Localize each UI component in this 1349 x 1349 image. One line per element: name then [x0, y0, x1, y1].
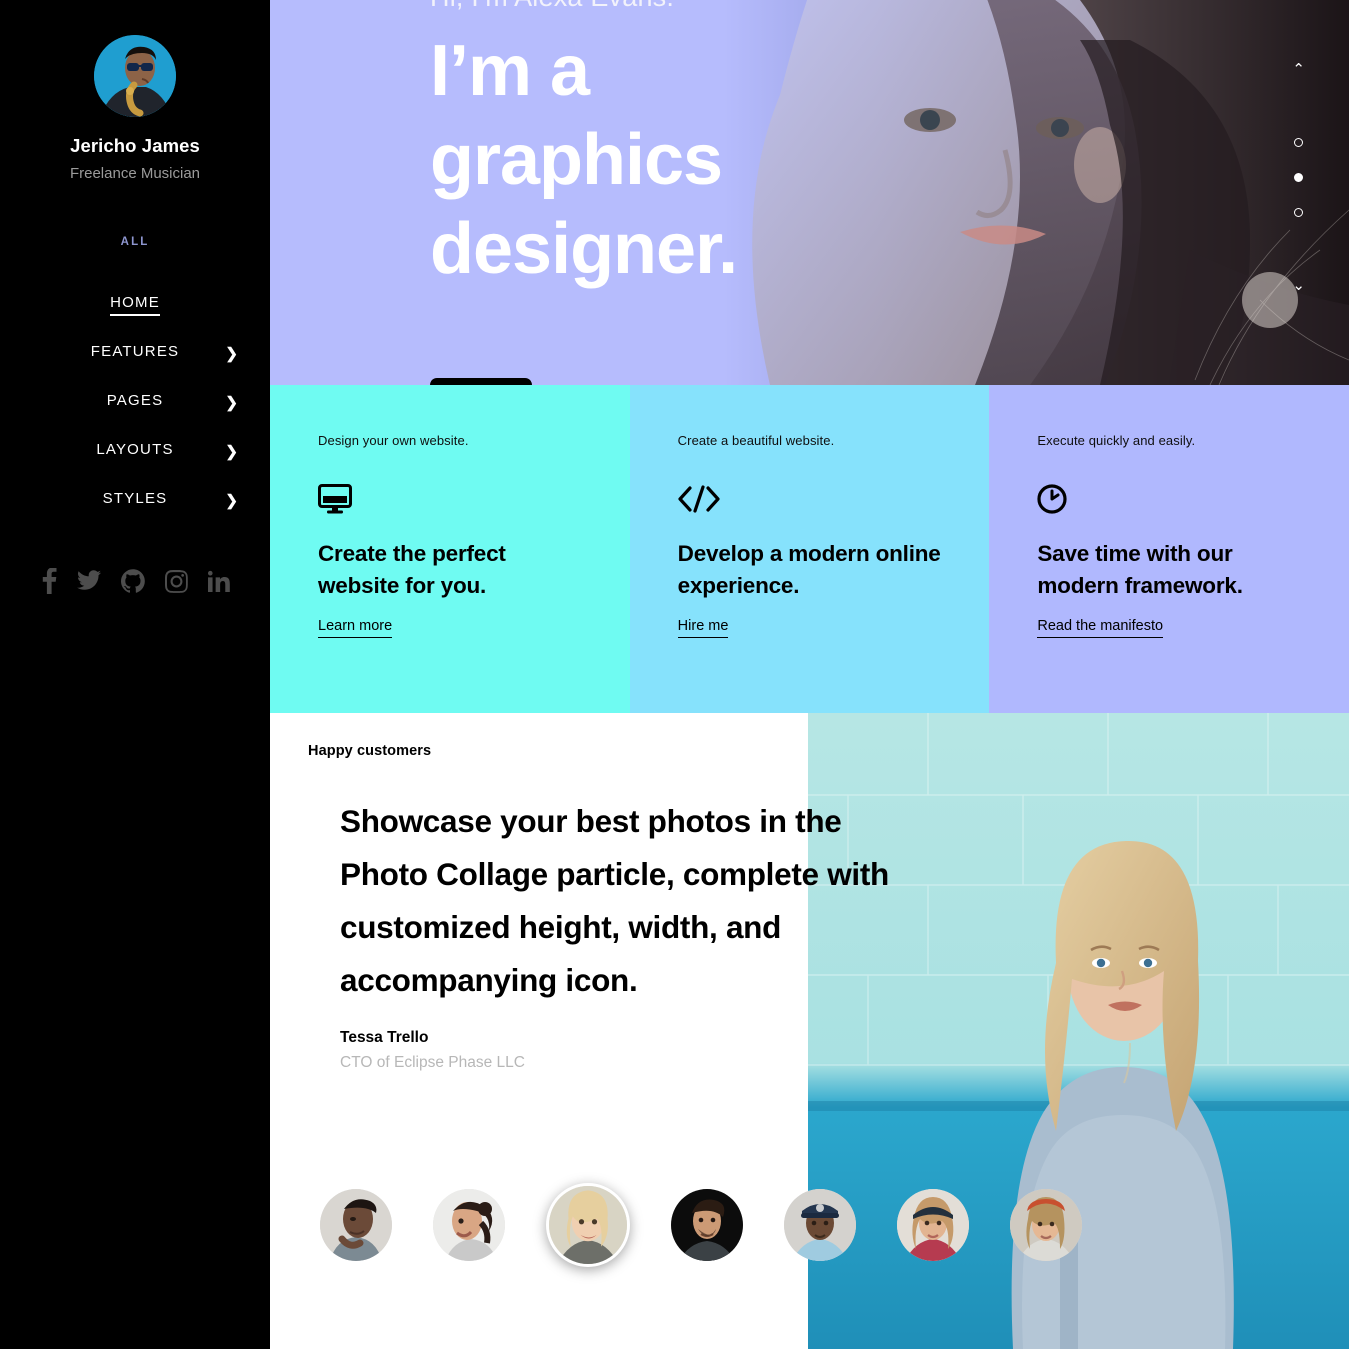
- linkedin-icon[interactable]: [207, 570, 230, 592]
- sidebar-item-label: LAYOUTS: [96, 440, 174, 458]
- testimonial-author-name: Tessa Trello: [340, 1029, 429, 1046]
- page-root: Jericho James Freelance Musician ALL HOM…: [0, 0, 1349, 1349]
- feature-card-title: Create the perfect website for you.: [318, 541, 506, 598]
- profile-name: Jericho James: [70, 135, 200, 156]
- sidebar-item-pages[interactable]: PAGES ❯: [0, 378, 270, 427]
- github-icon[interactable]: [120, 569, 145, 593]
- customer-avatar-7[interactable]: [1010, 1189, 1082, 1261]
- feature-card-3: Execute quickly and easily. Save time wi…: [989, 385, 1349, 713]
- sidebar-item-features[interactable]: FEATURES ❯: [0, 329, 270, 378]
- customer-avatar-1[interactable]: [320, 1189, 392, 1261]
- chevron-right-icon: ❯: [225, 394, 238, 411]
- hero-slider-controls: ⌃ ⌄: [1292, 62, 1305, 293]
- testimonial-section: Happy customers Showcase your best photo…: [270, 713, 1349, 1349]
- desktop-monitor-icon: [318, 482, 592, 516]
- testimonial-text-block: Happy customers Showcase your best photo…: [270, 713, 1349, 1072]
- nav-section-label: ALL: [120, 236, 150, 248]
- feature-card-kicker: Create a beautiful website.: [677, 433, 835, 448]
- twitter-icon[interactable]: [76, 570, 101, 592]
- testimonial-author-role: CTO of Eclipse Phase LLC: [340, 1054, 525, 1071]
- sidebar-item-home[interactable]: HOME: [0, 280, 270, 329]
- hero-title-line-3: designer.: [430, 209, 738, 289]
- avatar: [94, 35, 176, 117]
- sidebar-item-label: STYLES: [102, 489, 168, 507]
- sidebar-item-label: FEATURES: [90, 342, 180, 360]
- feature-card-title: Develop a modern online experience.: [677, 541, 941, 598]
- feature-cards: Design your own website. Create the perf…: [270, 385, 1349, 713]
- feature-card-2: Create a beautiful website. Develop a mo…: [629, 385, 990, 713]
- testimonial-kicker: Happy customers: [308, 743, 432, 759]
- sidebar-item-label: PAGES: [106, 391, 164, 409]
- facebook-icon[interactable]: [41, 568, 57, 594]
- chevron-right-icon: ❯: [225, 443, 238, 460]
- customer-avatar-2[interactable]: [433, 1189, 505, 1261]
- customer-avatar-4[interactable]: [671, 1189, 743, 1261]
- hero-cta-button[interactable]: [430, 378, 532, 385]
- slider-dot-1[interactable]: [1294, 138, 1304, 147]
- customer-avatar-6[interactable]: [897, 1189, 969, 1261]
- sidebar-item-layouts[interactable]: LAYOUTS ❯: [0, 427, 270, 476]
- sidebar-nav: HOME FEATURES ❯ PAGES ❯ LAYOUTS ❯ STYLES…: [0, 280, 270, 525]
- testimonial-attribution: Tessa Trello CTO of Eclipse Phase LLC: [340, 1029, 1349, 1072]
- customer-avatar-5[interactable]: [784, 1189, 856, 1261]
- feature-card-link[interactable]: Hire me: [677, 618, 729, 638]
- social-links: [0, 568, 270, 594]
- slider-dot-3[interactable]: [1294, 208, 1304, 217]
- testimonial-thumbnails: [320, 1183, 1082, 1267]
- feature-card-link[interactable]: Read the manifesto: [1037, 618, 1164, 638]
- sidebar: Jericho James Freelance Musician ALL HOM…: [0, 0, 270, 1349]
- customer-avatar-3[interactable]: [546, 1183, 630, 1267]
- instagram-icon[interactable]: [164, 569, 188, 593]
- chevron-right-icon: ❯: [225, 345, 238, 362]
- hero-text-block: Hi, I’m Alexa Evans. I’m a graphics desi…: [430, 0, 738, 294]
- testimonial-quote: Showcase your best photos in the Photo C…: [340, 803, 889, 998]
- profile-role: Freelance Musician: [69, 165, 201, 182]
- hero-kicker: Hi, I’m Alexa Evans.: [430, 0, 737, 13]
- code-brackets-icon: [678, 482, 952, 516]
- feature-card-kicker: Design your own website.: [318, 433, 469, 448]
- page-title: I’m a graphics designer.: [430, 27, 738, 294]
- sidebar-item-styles[interactable]: STYLES ❯: [0, 476, 270, 525]
- feature-card-title: Save time with our modern framework.: [1037, 541, 1243, 598]
- sidebar-item-label: HOME: [110, 294, 160, 316]
- hero-title-line-2: graphics: [430, 120, 723, 200]
- slider-dot-2[interactable]: [1294, 173, 1304, 182]
- chevron-down-icon[interactable]: ⌄: [1292, 278, 1305, 293]
- hero-section: Hi, I’m Alexa Evans. I’m a graphics desi…: [270, 0, 1349, 385]
- feature-card-link[interactable]: Learn more: [318, 618, 393, 638]
- clock-icon: [1037, 482, 1311, 516]
- feature-card-1: Design your own website. Create the perf…: [270, 385, 630, 713]
- chevron-up-icon[interactable]: ⌃: [1292, 62, 1305, 77]
- hero-title-line-1: I’m a: [430, 31, 590, 111]
- feature-card-kicker: Execute quickly and easily.: [1037, 433, 1196, 448]
- main-content: Hi, I’m Alexa Evans. I’m a graphics desi…: [270, 0, 1349, 1349]
- chevron-right-icon: ❯: [225, 492, 238, 509]
